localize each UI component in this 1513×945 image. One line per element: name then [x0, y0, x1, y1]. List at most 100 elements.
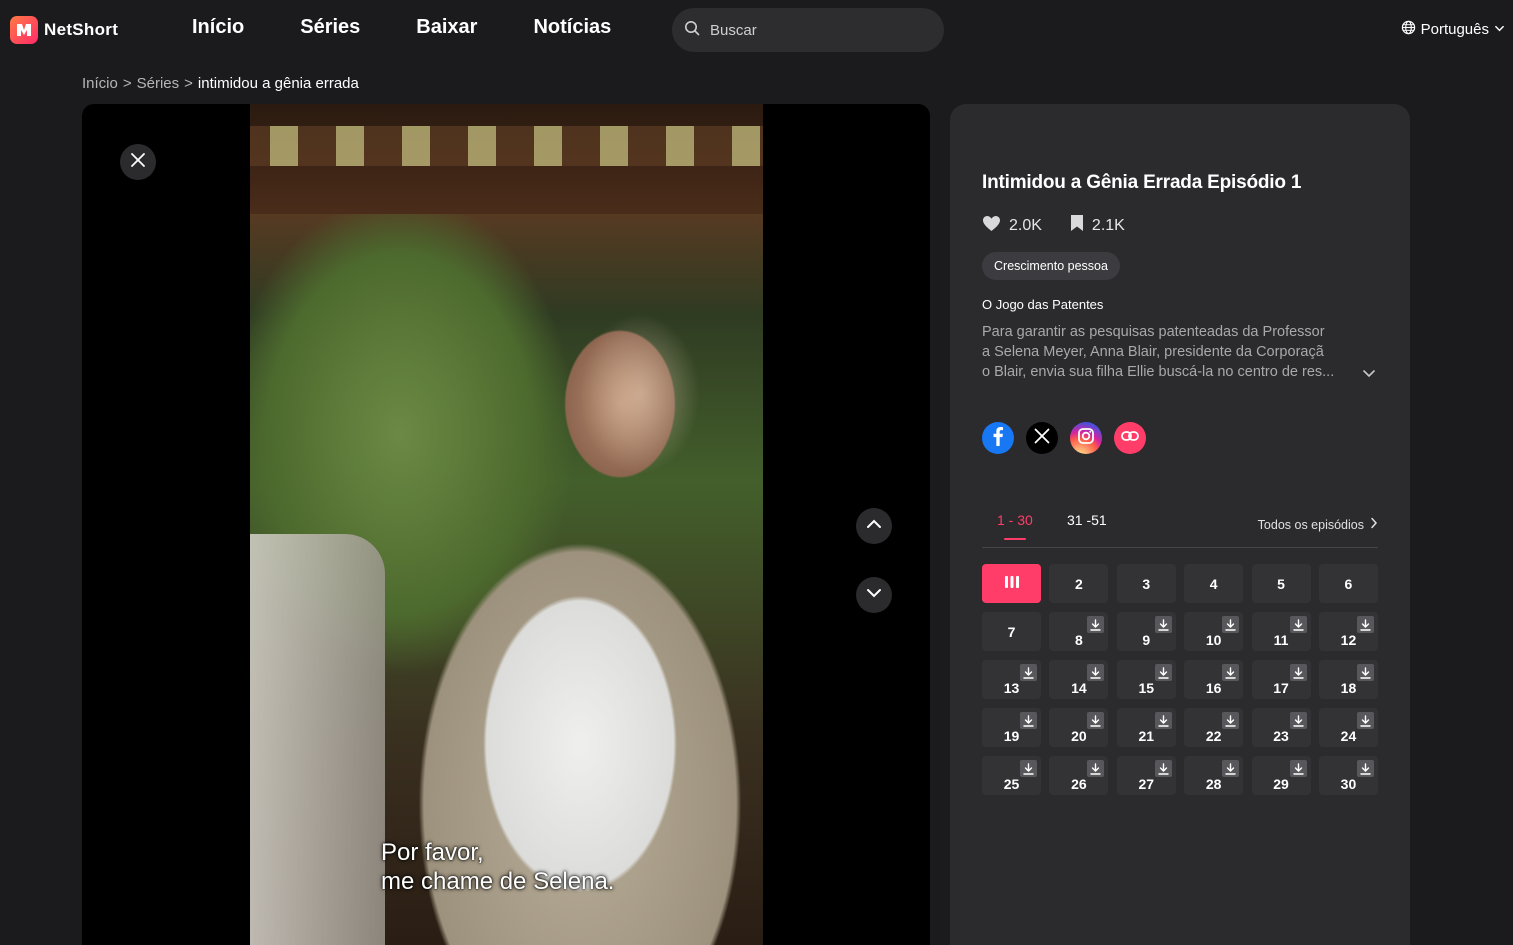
expand-description-button[interactable]: [1362, 366, 1376, 385]
episode-button[interactable]: 2: [1049, 564, 1109, 603]
episode-button[interactable]: 23: [1251, 708, 1311, 747]
netshort-logo[interactable]: NetShort: [10, 16, 118, 44]
episode-number: 4: [1209, 575, 1218, 592]
search-box[interactable]: [672, 8, 944, 52]
episode-number: 11: [1273, 631, 1289, 648]
nav-inicio[interactable]: Início: [192, 16, 244, 39]
download-icon[interactable]: [1289, 760, 1307, 777]
download-icon[interactable]: [1222, 712, 1240, 729]
breadcrumb-separator: >: [184, 75, 193, 92]
episode-button[interactable]: 7: [982, 612, 1041, 651]
download-icon[interactable]: [1356, 712, 1374, 729]
episode-button[interactable]: 16: [1184, 660, 1244, 699]
save-stat[interactable]: 2.1K: [1070, 214, 1125, 237]
episode-button[interactable]: 22: [1184, 708, 1244, 747]
episode-button[interactable]: 11: [1251, 612, 1311, 651]
episode-button[interactable]: 21: [1116, 708, 1176, 747]
language-selector[interactable]: Português: [1401, 20, 1505, 39]
episode-button[interactable]: 30: [1318, 756, 1378, 795]
download-icon[interactable]: [1356, 616, 1374, 633]
active-tab-indicator: [1004, 538, 1026, 540]
chevron-down-icon: [1494, 21, 1505, 38]
episode-button[interactable]: 27: [1116, 756, 1176, 795]
episode-button[interactable]: 17: [1251, 660, 1311, 699]
instagram-icon: [1077, 427, 1095, 450]
download-icon[interactable]: [1222, 760, 1240, 777]
episode-button[interactable]: 28: [1184, 756, 1244, 795]
episode-button[interactable]: 26: [1049, 756, 1109, 795]
copy-link-button[interactable]: [1114, 422, 1146, 454]
download-icon[interactable]: [1356, 664, 1374, 681]
episode-number: 16: [1205, 679, 1222, 696]
nav-baixar[interactable]: Baixar: [416, 16, 477, 39]
video-frame[interactable]: Por favor, me chame de Selena.: [250, 104, 763, 945]
episode-button-playing[interactable]: [982, 564, 1041, 603]
download-icon[interactable]: [1087, 664, 1105, 681]
episode-button[interactable]: 9: [1116, 612, 1176, 651]
episode-number: 24: [1340, 727, 1357, 744]
nav-series[interactable]: Séries: [300, 16, 360, 39]
episode-button[interactable]: 20: [1049, 708, 1109, 747]
video-scene-beam: [250, 104, 763, 214]
episode-button[interactable]: 15: [1116, 660, 1176, 699]
episode-number: 19: [1003, 727, 1020, 744]
video-player[interactable]: Por favor, me chame de Selena.: [82, 104, 930, 945]
breadcrumb-series[interactable]: Séries: [137, 75, 180, 92]
episode-button[interactable]: 24: [1318, 708, 1378, 747]
tab-range-31-51[interactable]: 31 -51: [1067, 512, 1107, 528]
episode-button[interactable]: 5: [1251, 564, 1311, 603]
download-icon[interactable]: [1020, 664, 1037, 681]
download-icon[interactable]: [1154, 616, 1172, 633]
subtitle-line: me chame de Selena.: [381, 868, 615, 895]
download-icon[interactable]: [1289, 616, 1307, 633]
episode-number: 17: [1273, 679, 1289, 696]
episode-button[interactable]: 13: [982, 660, 1041, 699]
download-icon[interactable]: [1087, 616, 1105, 633]
episode-button[interactable]: 29: [1251, 756, 1311, 795]
episode-button[interactable]: 8: [1049, 612, 1109, 651]
episode-button[interactable]: 14: [1049, 660, 1109, 699]
download-icon[interactable]: [1222, 616, 1240, 633]
all-episodes-link[interactable]: Todos os episódios: [1258, 517, 1378, 532]
episode-number: 9: [1142, 631, 1151, 648]
download-icon[interactable]: [1154, 664, 1172, 681]
share-instagram-button[interactable]: [1070, 422, 1102, 454]
episode-button[interactable]: 25: [982, 756, 1041, 795]
episode-button[interactable]: 10: [1184, 612, 1244, 651]
next-episode-button[interactable]: [856, 577, 892, 613]
download-icon[interactable]: [1154, 712, 1172, 729]
breadcrumb-home[interactable]: Início: [82, 75, 118, 92]
nav-noticias[interactable]: Notícias: [533, 16, 611, 39]
episode-button[interactable]: 19: [982, 708, 1041, 747]
episode-range-tabs: 1 - 30 31 -51 Todos os episódios: [982, 500, 1378, 548]
download-icon[interactable]: [1289, 712, 1307, 729]
download-icon[interactable]: [1087, 760, 1105, 777]
episode-button[interactable]: 6: [1318, 564, 1378, 603]
download-icon[interactable]: [1356, 760, 1374, 777]
search-input[interactable]: [710, 21, 910, 39]
close-button[interactable]: [120, 144, 156, 180]
link-icon: [1121, 429, 1139, 447]
genre-tag[interactable]: Crescimento pessoa: [982, 252, 1120, 280]
episode-button[interactable]: 12: [1318, 612, 1378, 651]
download-icon[interactable]: [1020, 760, 1037, 777]
chevron-right-icon: [1370, 517, 1378, 532]
download-icon[interactable]: [1020, 712, 1037, 729]
episode-button[interactable]: 4: [1184, 564, 1244, 603]
like-stat[interactable]: 2.0K: [982, 214, 1042, 237]
tab-range-1-30[interactable]: 1 - 30: [997, 512, 1033, 528]
download-icon[interactable]: [1087, 712, 1105, 729]
previous-episode-button[interactable]: [856, 508, 892, 544]
description-line: a Selena Meyer, Anna Blair, presidente d…: [982, 344, 1324, 360]
playing-bars-icon: [1004, 575, 1020, 592]
episode-number: 5: [1277, 575, 1285, 592]
download-icon[interactable]: [1289, 664, 1307, 681]
episode-button[interactable]: 3: [1116, 564, 1176, 603]
download-icon[interactable]: [1222, 664, 1240, 681]
share-x-button[interactable]: [1026, 422, 1058, 454]
episode-number: 23: [1273, 727, 1289, 744]
share-facebook-button[interactable]: [982, 422, 1014, 454]
episode-button[interactable]: 18: [1318, 660, 1378, 699]
download-icon[interactable]: [1154, 760, 1172, 777]
search-icon: [684, 20, 700, 41]
